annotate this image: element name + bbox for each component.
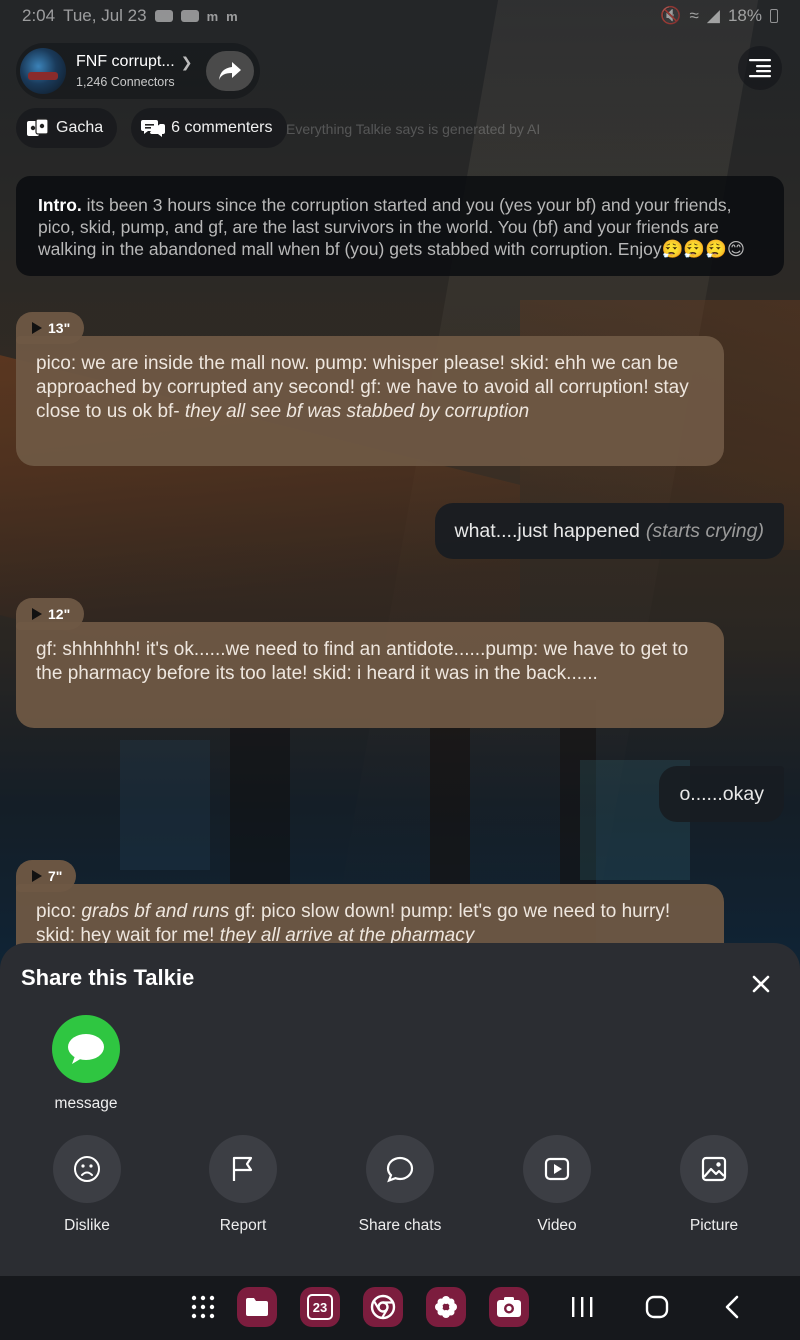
youtube-notification-icon (154, 10, 173, 22)
app-drawer-button[interactable] (182, 1286, 224, 1328)
chat-menu-button[interactable] (738, 46, 782, 90)
gacha-chip[interactable]: Gacha (16, 108, 118, 148)
notification-icon: m (226, 8, 238, 24)
message-action-text: grabs bf and runs (81, 901, 230, 922)
talkie-header: FNF corrupt... ❯ 1,246 Connectors (16, 42, 261, 100)
camera-icon (489, 1287, 529, 1327)
talkie-chips: Gacha 6 commenters (16, 108, 287, 148)
signal-icon: ◢ (706, 6, 720, 25)
message-text: what....just happened (454, 519, 640, 542)
video-icon (544, 1157, 570, 1181)
report-label: Report (219, 1217, 267, 1234)
back-icon (725, 1295, 739, 1319)
message-text: pico: (36, 901, 82, 922)
recent-apps-button[interactable] (561, 1286, 603, 1328)
recents-icon (572, 1297, 593, 1317)
talkie-profile-pill[interactable]: FNF corrupt... ❯ 1,246 Connectors (16, 43, 261, 99)
user-message[interactable]: o......okay (659, 766, 784, 822)
bot-message[interactable]: pico: we are inside the mall now. pump: … (16, 336, 724, 466)
calendar-day: 23 (307, 1294, 333, 1320)
files-app-button[interactable] (236, 1286, 278, 1328)
report-circle[interactable] (209, 1135, 277, 1203)
flag-icon (232, 1156, 253, 1181)
navigation-bar: 23 (0, 1276, 800, 1340)
share-chats-button[interactable]: Share chats (340, 1135, 460, 1235)
message-app-icon[interactable] (52, 1015, 120, 1083)
close-icon (752, 975, 770, 993)
play-icon (32, 608, 42, 620)
dislike-label: Dislike (64, 1217, 110, 1234)
camera-app-button[interactable] (488, 1286, 530, 1328)
ai-disclaimer: Everything Talkie says is generated by A… (286, 121, 541, 137)
picture-circle[interactable] (680, 1135, 748, 1203)
talkie-name[interactable]: FNF corrupt... (76, 53, 175, 71)
talkie-avatar[interactable] (20, 48, 66, 94)
dislike-button[interactable]: Dislike (27, 1135, 147, 1235)
chrome-app-button[interactable] (362, 1286, 404, 1328)
message-text: gf: shhhhhh! it's ok......we need to fin… (36, 639, 689, 684)
voice-duration: 13" (48, 320, 71, 336)
message-action-text: they all see bf was stabbed by corruptio… (184, 401, 530, 422)
share-sheet-title: Share this Talkie (21, 965, 195, 990)
app-grid-icon (191, 1295, 215, 1319)
menu-list-icon (749, 59, 771, 78)
home-button[interactable] (636, 1286, 678, 1328)
wifi-icon: ≈ (689, 6, 699, 25)
status-date: Tue, Jul 23 (63, 6, 147, 25)
status-time: 2:04 (22, 6, 56, 25)
youtube-notification-icon (180, 10, 199, 22)
gacha-cards-icon (27, 118, 49, 136)
battery-icon (770, 9, 778, 23)
message-action-text: (starts crying) (645, 519, 764, 542)
close-button[interactable] (748, 971, 774, 997)
video-button[interactable]: Video (497, 1135, 617, 1235)
calendar-app-button[interactable]: 23 (299, 1286, 341, 1328)
commenters-chip[interactable]: 6 commenters (131, 108, 287, 148)
share-sheet: Share this Talkie message Dislike Report… (0, 943, 800, 1276)
share-chats-circle[interactable] (366, 1135, 434, 1203)
chevron-right-icon: ❯ (180, 53, 193, 70)
intro-text: its been 3 hours since the corruption st… (38, 195, 746, 259)
share-arrow-icon (219, 62, 242, 80)
play-icon (32, 322, 42, 334)
video-circle[interactable] (523, 1135, 591, 1203)
chat-bubble-icon (68, 1034, 104, 1064)
battery-level: 18% (727, 6, 762, 25)
gallery-app-button[interactable] (425, 1286, 467, 1328)
home-icon (645, 1295, 669, 1319)
intro-label: Intro. (38, 195, 82, 215)
user-message[interactable]: what....just happened (starts crying) (434, 503, 784, 559)
voice-duration: 12" (48, 606, 71, 622)
share-via-message[interactable]: message (46, 1015, 126, 1113)
calendar-icon: 23 (300, 1287, 340, 1327)
sad-face-icon (74, 1156, 100, 1182)
status-bar: 2:04 Tue, Jul 23 m m 🔇 ≈ ◢ 18% (0, 0, 800, 32)
connectors-count: 1,246 Connectors (76, 75, 175, 89)
message-label: message (54, 1095, 118, 1112)
report-button[interactable]: Report (183, 1135, 303, 1235)
message-text: o......okay (679, 782, 764, 805)
talkie-meta[interactable]: FNF corrupt... ❯ 1,246 Connectors (76, 53, 192, 89)
intro-card: Intro. its been 3 hours since the corrup… (16, 176, 784, 276)
mute-icon: 🔇 (660, 6, 682, 25)
flower-icon (426, 1287, 466, 1327)
commenters-label: 6 commenters (171, 119, 273, 136)
gacha-label: Gacha (56, 119, 104, 136)
share-chats-label: Share chats (358, 1217, 442, 1234)
folder-icon (237, 1287, 277, 1327)
picture-button[interactable]: Picture (654, 1135, 774, 1235)
share-button[interactable] (206, 51, 255, 91)
bot-message[interactable]: gf: shhhhhh! it's ok......we need to fin… (16, 622, 724, 728)
play-icon (32, 870, 42, 882)
dislike-circle[interactable] (53, 1135, 121, 1203)
picture-label: Picture (689, 1217, 739, 1234)
comments-icon (141, 120, 166, 137)
notification-icon: m (206, 8, 219, 24)
back-button[interactable] (711, 1286, 753, 1328)
chrome-icon (363, 1287, 403, 1327)
image-icon (701, 1156, 727, 1182)
video-label: Video (537, 1217, 577, 1234)
voice-duration: 7" (48, 868, 63, 884)
speech-bubble-icon (386, 1156, 414, 1183)
